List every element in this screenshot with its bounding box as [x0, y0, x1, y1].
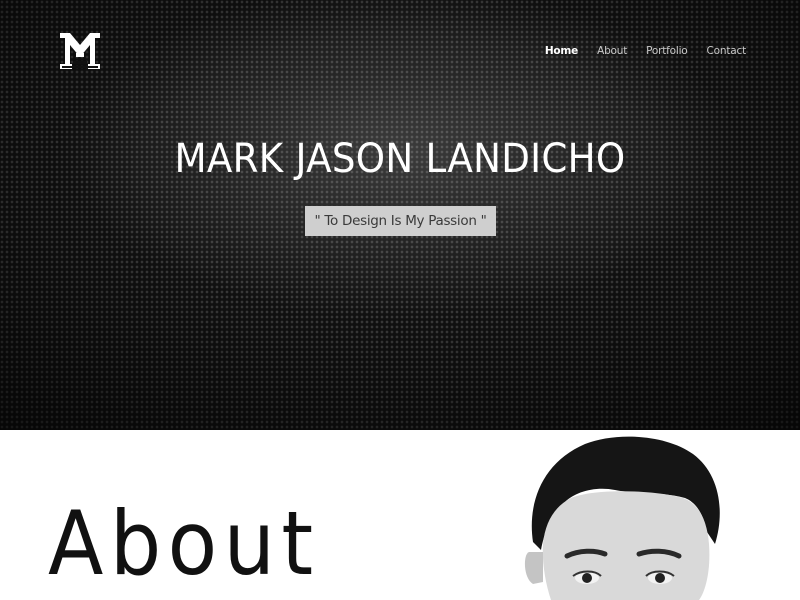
nav-link-home[interactable]: Home: [545, 45, 578, 57]
hero-title: MARK JASON LANDICHO: [174, 136, 626, 182]
about-heading: About: [48, 492, 320, 595]
mj-monogram-logo-icon[interactable]: [58, 31, 102, 71]
hero-tagline: " To Design Is My Passion ": [305, 206, 496, 236]
nav-link-portfolio[interactable]: Portfolio: [646, 45, 688, 57]
nav-link-contact[interactable]: Contact: [707, 45, 747, 57]
hero-section: Home About Portfolio Contact MARK JASON …: [0, 0, 800, 430]
profile-photo: [515, 432, 730, 600]
nav-link-about[interactable]: About: [597, 45, 627, 57]
main-nav: Home About Portfolio Contact: [545, 45, 746, 57]
